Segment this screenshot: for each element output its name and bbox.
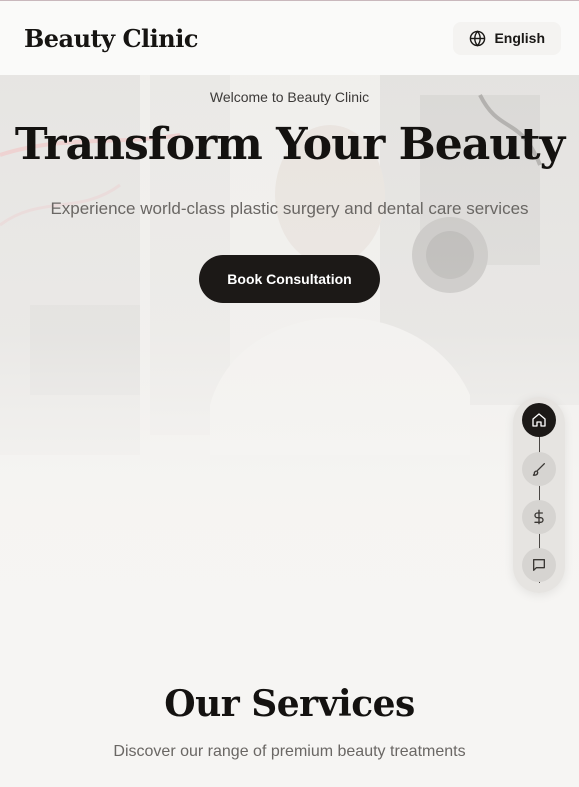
brand-logo[interactable]: Beauty Clinic bbox=[24, 24, 198, 53]
hero-section: Welcome to Beauty Clinic Transform Your … bbox=[0, 75, 579, 650]
language-label: English bbox=[494, 30, 545, 46]
hero-title: Transform Your Beauty bbox=[14, 119, 565, 170]
nav-services-button[interactable] bbox=[522, 452, 556, 486]
nav-home-button[interactable] bbox=[522, 403, 556, 437]
language-button[interactable]: English bbox=[453, 21, 561, 55]
dollar-icon bbox=[534, 509, 544, 525]
site-header: Beauty Clinic English bbox=[0, 0, 579, 75]
services-subtitle: Discover our range of premium beauty tre… bbox=[113, 743, 466, 760]
hero-welcome-text: Welcome to Beauty Clinic bbox=[209, 89, 370, 105]
home-icon bbox=[532, 413, 546, 427]
message-icon bbox=[533, 559, 545, 571]
globe-icon bbox=[470, 29, 486, 47]
section-side-nav bbox=[513, 397, 565, 593]
hero-subtitle: Experience world-class plastic surgery a… bbox=[50, 199, 529, 218]
nav-contact-button[interactable] bbox=[522, 548, 556, 582]
services-title: Our Services bbox=[164, 683, 415, 725]
brush-icon bbox=[532, 463, 545, 476]
book-consultation-button[interactable]: Book Consultation bbox=[199, 255, 380, 303]
nav-pricing-button[interactable] bbox=[522, 500, 556, 534]
